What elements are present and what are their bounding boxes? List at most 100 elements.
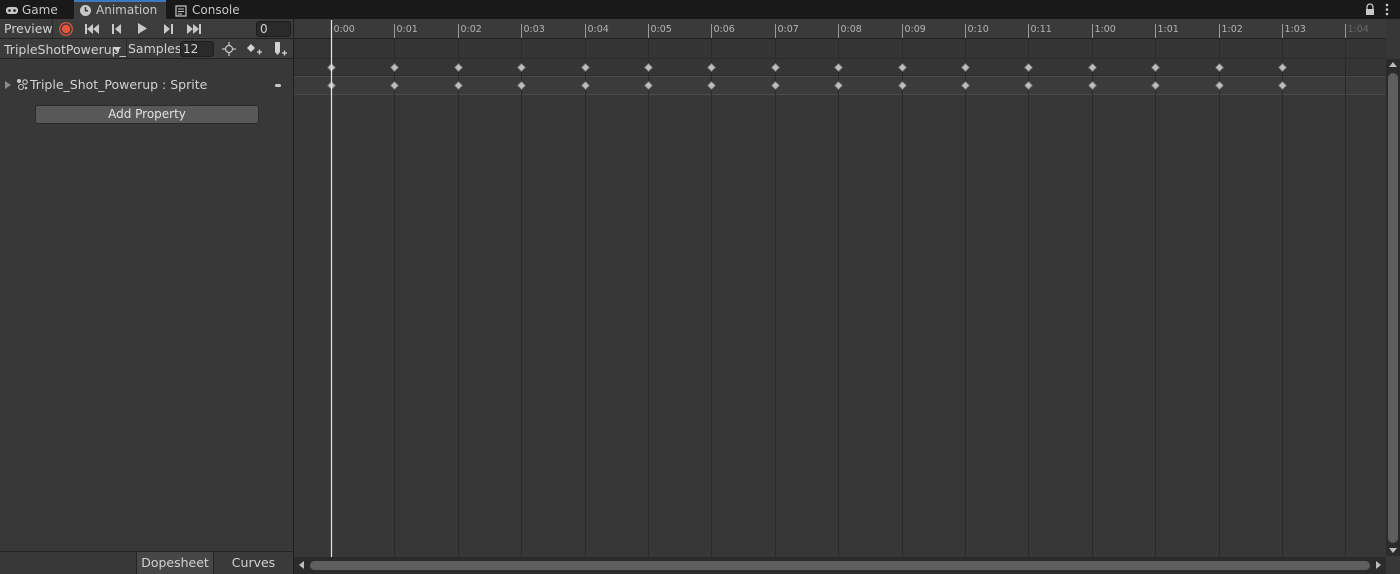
scroll-left-icon[interactable] [299, 561, 304, 569]
ruler-tick-label: 1:03 [1285, 24, 1306, 35]
ruler-tick-label: 0:10 [968, 24, 989, 35]
next-keyframe-button[interactable] [157, 19, 179, 38]
vertical-scroll-thumb[interactable] [1388, 73, 1398, 543]
previous-keyframe-button[interactable] [106, 19, 128, 38]
clip-dropdown[interactable]: TripleShotPowerup_ [2, 41, 126, 58]
ruler-tick-label: 0:03 [524, 24, 545, 35]
property-keyframe [389, 80, 400, 91]
property-keyframe [1150, 80, 1161, 91]
skip-to-end-icon [187, 23, 201, 34]
step-forward-icon [164, 23, 173, 34]
property-keyframe [1087, 80, 1098, 91]
property-keyframe [516, 80, 527, 91]
tab-game-label: Game [22, 3, 58, 17]
tab-console-label: Console [192, 3, 240, 17]
filter-by-selection-button[interactable] [218, 39, 240, 59]
horizontal-scroll-thumb[interactable] [310, 561, 1370, 570]
step-back-icon [112, 23, 121, 34]
sprite-renderer-icon [15, 77, 29, 91]
property-keyframe [1214, 80, 1225, 91]
property-keyframe [453, 80, 464, 91]
ruler-tick-label: 0:11 [1031, 24, 1052, 35]
summary-keyframe [897, 62, 908, 73]
play-button[interactable] [131, 19, 153, 38]
add-keyframe-button[interactable] [243, 39, 265, 59]
current-frame-field[interactable]: 0 [256, 21, 291, 37]
summary-keyframe [516, 62, 527, 73]
property-keyframe [833, 80, 844, 91]
property-keyframe [960, 80, 971, 91]
property-keyframe [770, 80, 781, 91]
clip-dropdown-label: TripleShotPowerup_ [4, 42, 126, 57]
add-keyframe-icon [247, 44, 262, 55]
summary-keyframe [960, 62, 971, 73]
record-icon [59, 21, 73, 36]
first-keyframe-button[interactable] [80, 19, 104, 38]
ruler-tick-label: 1:04 [1348, 24, 1369, 35]
ruler-tick-label: 1:02 [1222, 24, 1243, 35]
summary-keyframe [1277, 62, 1288, 73]
chevron-down-icon [113, 47, 121, 52]
tab-game[interactable]: Game [0, 0, 64, 19]
property-keyframe [706, 80, 717, 91]
summary-keyframe [643, 62, 654, 73]
summary-keyframe [833, 62, 844, 73]
preview-button[interactable]: Preview [0, 19, 53, 38]
summary-keyframe [453, 62, 464, 73]
property-row[interactable]: Triple_Shot_Powerup : Sprite [0, 74, 293, 96]
add-event-button[interactable] [269, 39, 291, 59]
ruler-tick-label: 0:09 [905, 24, 926, 35]
play-icon [137, 23, 147, 34]
ruler-tick-label: 0:06 [714, 24, 735, 35]
property-keyframe [897, 80, 908, 91]
hierarchy-panel [0, 19, 293, 574]
expand-arrow-icon[interactable] [5, 81, 11, 89]
ruler-tick-label: 1:01 [1158, 24, 1179, 35]
property-keyframe [580, 80, 591, 91]
samples-label: Samples [128, 41, 182, 56]
property-keyframe [1023, 80, 1034, 91]
summary-keyframe [580, 62, 591, 73]
crosshair-icon [222, 42, 236, 56]
tab-curves[interactable]: Curves [214, 552, 293, 574]
ruler-tick-label: 0:04 [588, 24, 609, 35]
tab-dopesheet[interactable]: Dopesheet [136, 552, 214, 574]
ruler-tick-label: 0:01 [397, 24, 418, 35]
summary-keyframe [1023, 62, 1034, 73]
summary-keyframe [1150, 62, 1161, 73]
tab-animation[interactable]: Animation [74, 0, 166, 19]
property-label: Triple_Shot_Powerup : Sprite [30, 77, 208, 92]
ruler-tick-label: 0:00 [334, 24, 355, 35]
summary-keyframe [1214, 62, 1225, 73]
ruler-tick-label: 0:02 [461, 24, 482, 35]
summary-keyframe [1087, 62, 1098, 73]
vertical-scrollbar[interactable] [1386, 59, 1400, 556]
add-property-button[interactable]: Add Property [35, 105, 259, 124]
summary-keyframe [389, 62, 400, 73]
tab-console[interactable]: Console [170, 0, 250, 19]
record-button[interactable] [55, 19, 77, 38]
gamepad-icon [5, 3, 18, 16]
tab-animation-label: Animation [96, 3, 158, 17]
summary-keyframe [706, 62, 717, 73]
ruler-tick-label: 0:08 [841, 24, 862, 35]
clock-icon [79, 4, 92, 17]
last-keyframe-button[interactable] [182, 19, 206, 38]
ruler-tick-label: 1:00 [1095, 24, 1116, 35]
console-icon [175, 3, 188, 17]
property-keyframe [643, 80, 654, 91]
skip-to-start-icon [85, 23, 99, 34]
scroll-up-icon[interactable] [1389, 62, 1397, 67]
ruler-tick-label: 0:05 [651, 24, 672, 35]
keyframe-menu-icon[interactable] [275, 84, 281, 87]
scroll-right-icon[interactable] [1376, 561, 1381, 569]
samples-field[interactable]: 12 [180, 41, 214, 57]
ruler-tick-label: 0:07 [778, 24, 799, 35]
horizontal-scrollbar[interactable] [294, 557, 1386, 574]
add-event-icon [275, 42, 287, 56]
scroll-down-icon[interactable] [1389, 548, 1397, 553]
property-keyframe [1277, 80, 1288, 91]
timeline-canvas: 0:00 0:01 0:02 0:03 0:04 0:05 0:06 0:07 0:08 0:09… [326, 20, 1369, 557]
more-options-icon[interactable] [1382, 3, 1392, 16]
lock-icon[interactable] [1364, 3, 1376, 16]
